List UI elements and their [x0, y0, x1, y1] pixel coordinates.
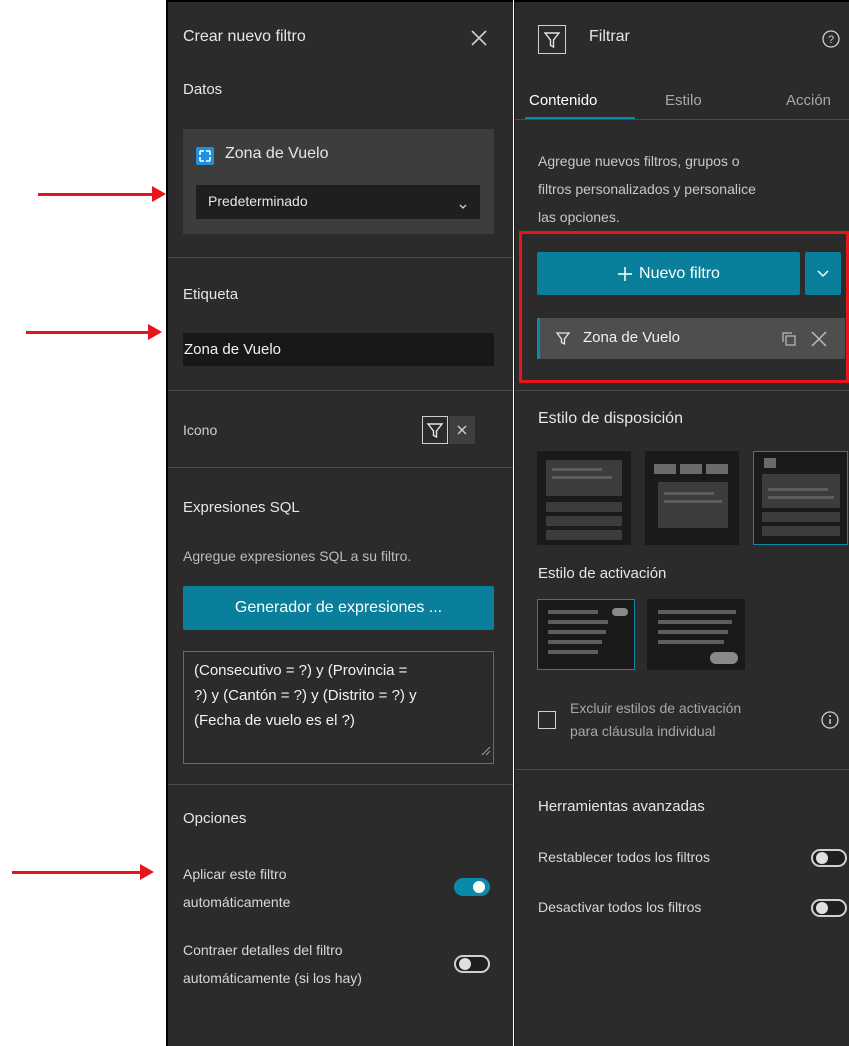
sql-hint: Agregue expresiones SQL a su filtro.: [183, 548, 412, 564]
divider: [168, 467, 513, 468]
sql-expression-textarea[interactable]: (Consecutivo = ?) y (Provincia = ?) y (C…: [183, 651, 494, 764]
data-source-card: Zona de Vuelo Predeterminado: [183, 129, 494, 234]
svg-text:?: ?: [828, 34, 834, 46]
description-line: las opciones.: [538, 209, 620, 225]
filter-settings-panel: Filtrar ? Contenido Estilo Acción Agregu…: [514, 0, 849, 1046]
close-icon: [457, 425, 467, 435]
copy-icon[interactable]: [781, 331, 797, 347]
plus-icon: [618, 266, 633, 281]
sql-section-label: Expresiones SQL: [183, 499, 300, 516]
layout-option-1[interactable]: [537, 451, 631, 545]
tab-style[interactable]: Estilo: [665, 92, 702, 109]
resize-handle-icon[interactable]: [481, 743, 491, 761]
sql-line: (Consecutivo = ?) y (Provincia =: [194, 662, 408, 679]
divider: [515, 769, 849, 770]
info-icon[interactable]: [820, 710, 840, 735]
filter-icon-picker[interactable]: [422, 416, 448, 444]
options-section-label: Opciones: [183, 810, 247, 827]
label-section-label: Etiqueta: [183, 286, 239, 303]
expression-builder-label: Generador de expresiones ...: [234, 599, 443, 616]
exclude-label-line: para cláusula individual: [570, 723, 716, 739]
create-filter-panel: Crear nuevo filtro Datos Zona de Vuelo P…: [166, 0, 513, 1046]
view-select[interactable]: Predeterminado: [196, 185, 480, 219]
auto-apply-label-line: automáticamente: [183, 894, 291, 910]
auto-collapse-label-line: automáticamente (si los hay): [183, 970, 362, 986]
new-filter-dropdown[interactable]: [805, 252, 841, 295]
layer-name: Zona de Vuelo: [225, 145, 329, 162]
description: Agregue nuevos filtros, grupos o filtros…: [538, 147, 756, 231]
activation-option-1-selected[interactable]: [537, 599, 635, 670]
exclude-label-line: Excluir estilos de activación: [570, 700, 742, 716]
widget-title: Filtrar: [589, 28, 630, 45]
auto-apply-label: Aplicar este filtro automáticamente: [183, 860, 290, 916]
icon-section-label: Icono: [183, 422, 218, 438]
advanced-tools-label: Herramientas avanzadas: [538, 798, 705, 815]
disable-all-label: Desactivar todos los filtros: [538, 899, 702, 915]
divider: [515, 390, 849, 391]
tab-content[interactable]: Contenido: [529, 92, 597, 109]
clear-icon-button[interactable]: [449, 416, 475, 444]
auto-collapse-label-line: Contraer detalles del filtro: [183, 942, 343, 958]
auto-apply-toggle[interactable]: [454, 878, 490, 896]
auto-apply-label-line: Aplicar este filtro: [183, 866, 287, 882]
exclude-activation-checkbox[interactable]: [538, 711, 556, 729]
sql-line: ?) y (Cantón = ?) y (Distrito = ?) y: [194, 687, 417, 704]
label-input-value: Zona de Vuelo: [184, 341, 282, 358]
layout-option-2[interactable]: [645, 451, 739, 545]
close-icon[interactable]: [468, 27, 490, 49]
divider: [168, 784, 513, 785]
layer-icon: [196, 147, 214, 165]
divider: [515, 119, 849, 120]
reset-all-label: Restablecer todos los filtros: [538, 849, 710, 865]
view-select-value: Predeterminado: [208, 193, 308, 209]
new-filter-label: Nuevo filtro: [639, 264, 720, 282]
panel-title: Crear nuevo filtro: [183, 28, 306, 45]
reset-all-toggle[interactable]: [811, 849, 847, 867]
help-icon[interactable]: ?: [821, 29, 841, 54]
data-section-label: Datos: [183, 81, 223, 98]
filter-icon: [555, 332, 571, 346]
filter-icon: [426, 423, 444, 439]
divider: [168, 390, 513, 391]
chevron-down-icon: [817, 269, 829, 277]
exclude-activation-label: Excluir estilos de activación para cláus…: [570, 697, 741, 743]
activation-style-label: Estilo de activación: [538, 565, 667, 582]
filter-list-item[interactable]: Zona de Vuelo: [537, 318, 845, 359]
tab-action[interactable]: Acción: [786, 92, 831, 109]
auto-collapse-label: Contraer detalles del filtro automáticam…: [183, 936, 362, 992]
expression-builder-button[interactable]: Generador de expresiones ...: [183, 586, 494, 630]
activation-option-2[interactable]: [647, 599, 745, 670]
description-line: Agregue nuevos filtros, grupos o: [538, 153, 740, 169]
description-line: filtros personalizados y personalice: [538, 181, 756, 197]
layout-option-3-selected[interactable]: [753, 451, 848, 545]
filter-icon: [538, 25, 566, 54]
label-input[interactable]: Zona de Vuelo: [183, 333, 494, 366]
filter-item-label: Zona de Vuelo: [583, 329, 681, 346]
disable-all-toggle[interactable]: [811, 899, 847, 917]
sql-line: (Fecha de vuelo es el ?): [194, 712, 355, 729]
close-icon[interactable]: [808, 328, 830, 350]
auto-collapse-toggle[interactable]: [454, 955, 490, 973]
layout-style-label: Estilo de disposición: [538, 410, 683, 427]
new-filter-button[interactable]: Nuevo filtro: [537, 252, 800, 295]
chevron-down-icon: [458, 198, 468, 216]
divider: [168, 257, 513, 258]
